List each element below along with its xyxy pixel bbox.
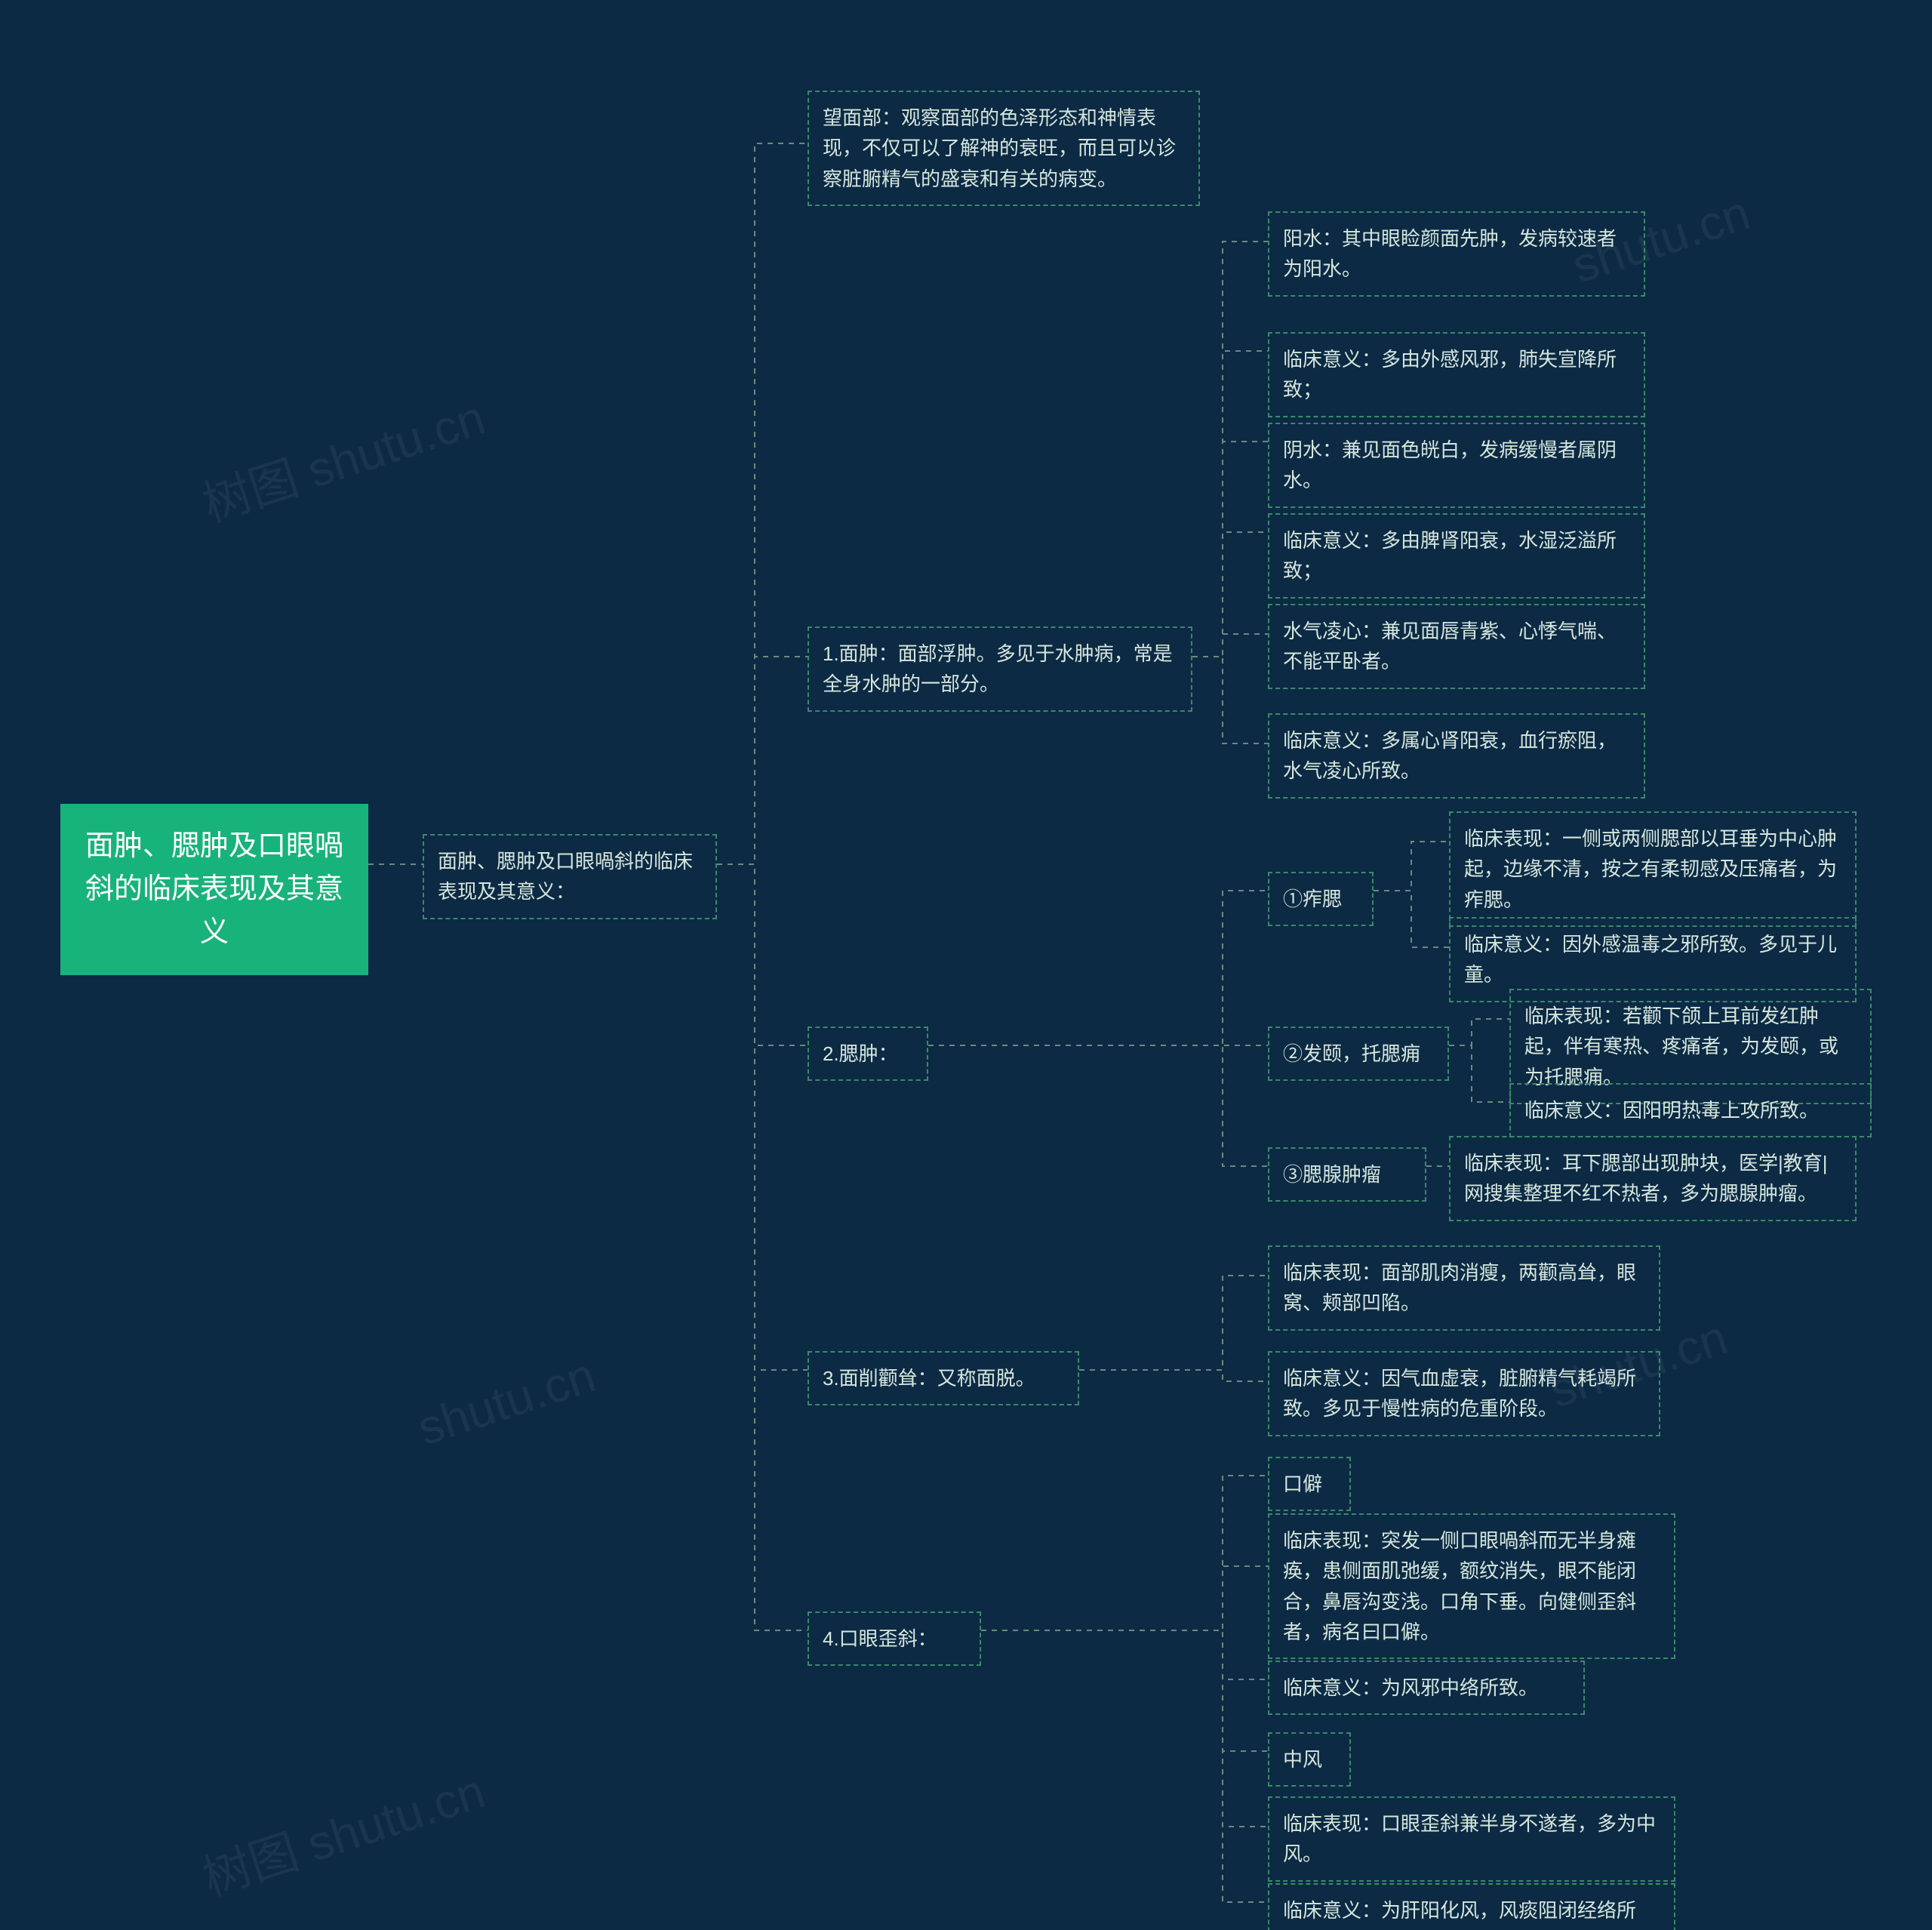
- node-saixianzhongliu[interactable]: ③腮腺肿瘤: [1268, 1147, 1426, 1202]
- branch-wangmianbu[interactable]: 望面部：观察面部的色泽形态和神情表现，不仅可以了解神的衰旺，而且可以诊察脏腑精气…: [808, 91, 1200, 206]
- root-node[interactable]: 面肿、腮肿及口眼喎斜的临床表现及其意义: [60, 804, 368, 975]
- node-fayi[interactable]: ②发颐，托腮痈: [1268, 1027, 1449, 1081]
- node-mianxiao-meaning[interactable]: 临床意义：因气血虚衰，脏腑精气耗竭所致。多见于慢性病的危重阶段。: [1268, 1351, 1660, 1436]
- node-zhongfeng-exp[interactable]: 临床表现：口眼歪斜兼半身不遂者，多为中风。: [1268, 1796, 1675, 1882]
- branch-mianzhong[interactable]: 1.面肿：面部浮肿。多见于水肿病，常是全身水肿的一部分。: [808, 626, 1192, 712]
- node-yinshui-meaning[interactable]: 临床意义：多由脾肾阳衰，水湿泛溢所致；: [1268, 513, 1645, 599]
- node-koupi[interactable]: 口僻: [1268, 1457, 1351, 1511]
- node-koupi-meaning[interactable]: 临床意义：为风邪中络所致。: [1268, 1661, 1585, 1715]
- node-fayi-meaning[interactable]: 临床意义：因阳明热毒上攻所致。: [1509, 1083, 1872, 1137]
- node-koupi-exp[interactable]: 临床表现：突发一侧口眼喎斜而无半身瘫痪，患侧面肌弛缓，额纹消失，眼不能闭合，鼻唇…: [1268, 1513, 1675, 1659]
- branch-mianxiao[interactable]: 3.面削颧耸：又称面脱。: [808, 1351, 1079, 1405]
- mindmap-canvas: 树图 shutu.cn shutu.cn shutu.cn 树图 shutu.c…: [0, 0, 1932, 1930]
- node-mianxiao-exp[interactable]: 临床表现：面部肌肉消瘦，两颧高耸，眼窝、颊部凹陷。: [1268, 1245, 1660, 1331]
- branch-saizhong[interactable]: 2.腮肿：: [808, 1027, 928, 1081]
- node-zhasai-exp[interactable]: 临床表现：一侧或两侧腮部以耳垂为中心肿起，边缘不清，按之有柔韧感及压痛者，为痄腮…: [1449, 811, 1857, 927]
- node-zhasai[interactable]: ①痄腮: [1268, 872, 1374, 926]
- node-yangshui-meaning[interactable]: 临床意义：多由外感风邪，肺失宣降所致；: [1268, 332, 1645, 417]
- level1-node[interactable]: 面肿、腮肿及口眼喎斜的临床表现及其意义：: [423, 834, 717, 919]
- node-shuiqilingxin-meaning[interactable]: 临床意义：多属心肾阳衰，血行瘀阻，水气凌心所致。: [1268, 713, 1645, 799]
- watermark: shutu.cn: [411, 1347, 601, 1456]
- node-saixianzhongliu-exp[interactable]: 临床表现：耳下腮部出现肿块，医学|教育|网搜集整理不红不热者，多为腮腺肿瘤。: [1449, 1136, 1857, 1221]
- watermark: 树图 shutu.cn: [192, 379, 492, 535]
- branch-kouyanwaixie[interactable]: 4.口眼歪斜：: [808, 1611, 981, 1666]
- node-yangshui[interactable]: 阳水：其中眼睑颜面先肿，发病较速者为阳水。: [1268, 211, 1645, 297]
- node-yinshui[interactable]: 阴水：兼见面色㿠白，发病缓慢者属阴水。: [1268, 423, 1645, 508]
- node-zhongfeng[interactable]: 中风: [1268, 1732, 1351, 1787]
- node-zhongfeng-meaning[interactable]: 临床意义：为肝阳化风，风痰阻闭经络所致。: [1268, 1883, 1675, 1930]
- node-shuiqilingxin[interactable]: 水气凌心：兼见面唇青紫、心悸气喘、不能平卧者。: [1268, 604, 1645, 689]
- watermark: 树图 shutu.cn: [192, 1753, 492, 1909]
